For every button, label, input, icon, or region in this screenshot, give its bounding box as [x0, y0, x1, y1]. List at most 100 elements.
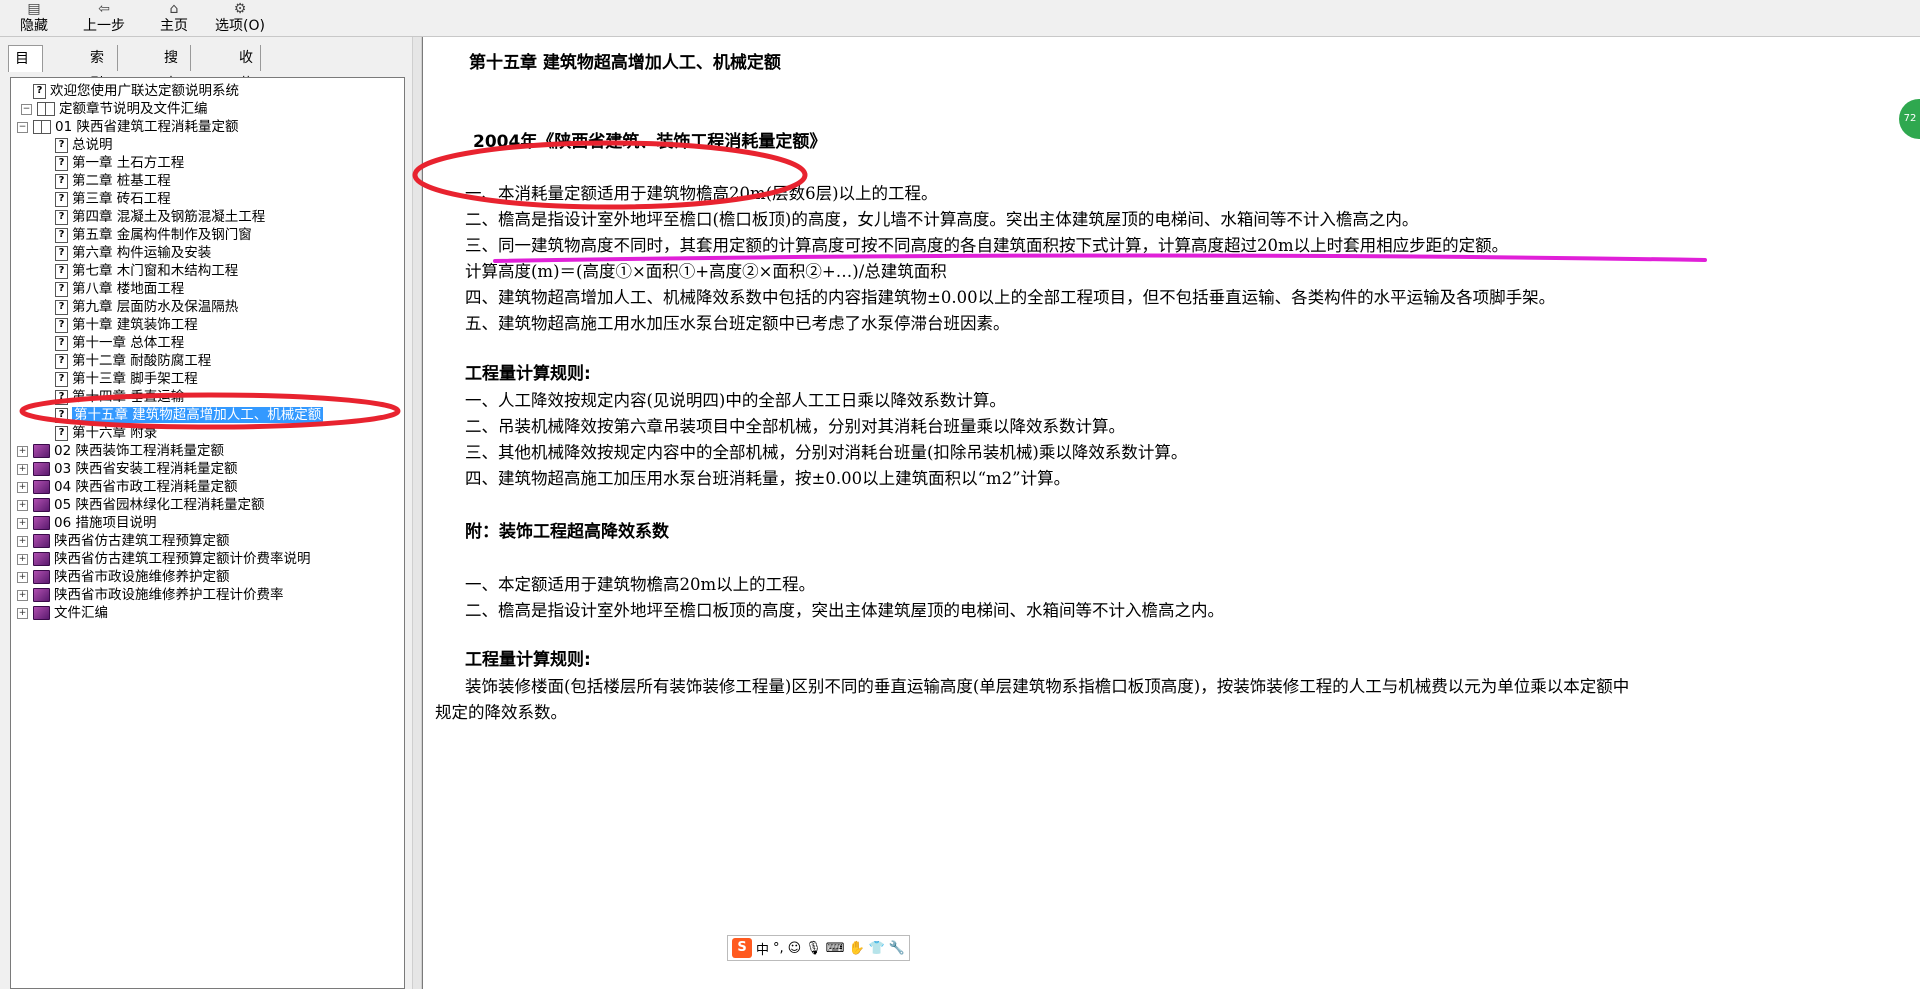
tree-item[interactable]: ? 第九章 层面防水及保温隔热	[55, 298, 238, 316]
keyboard-icon[interactable]: ⌨	[826, 941, 845, 956]
help-page-icon: ?	[55, 281, 68, 297]
tree-item-label: 第四章 混凝土及钢筋混凝土工程	[72, 209, 266, 225]
options-button[interactable]: ⚙ 选项(O)	[212, 0, 268, 36]
tree-item-label: 第十四章 垂直运输	[72, 389, 185, 405]
tree-item[interactable]: ? 第四章 混凝土及钢筋混凝土工程	[55, 208, 265, 226]
ime-punct-label[interactable]: °,	[773, 941, 784, 956]
tree-item-label: 第五章 金属构件制作及钢门窗	[72, 227, 252, 243]
tree-expander-icon[interactable]: +	[17, 572, 28, 583]
back-button[interactable]: ⇦ 上一步	[78, 0, 130, 36]
open-book-icon	[33, 120, 51, 134]
tree-item[interactable]: 01 陕西省建筑工程消耗量定额	[33, 118, 238, 136]
back-button-label: 上一步	[83, 18, 125, 34]
home-button-label: 主页	[160, 18, 188, 34]
tree-expander-icon[interactable]: +	[17, 500, 28, 511]
tree-item[interactable]: ? 第十六章 附录	[55, 424, 157, 442]
tree-item-label: 第十六章 附录	[72, 425, 158, 441]
tree-expander-icon[interactable]: +	[17, 608, 28, 619]
wrench-icon[interactable]: 🔧	[889, 941, 905, 956]
tab-index[interactable]: 索引(N)	[84, 45, 119, 118]
help-page-icon: ?	[55, 245, 68, 261]
tree-expander-icon[interactable]: +	[17, 518, 28, 529]
microphone-icon[interactable]: 🎙	[805, 941, 822, 956]
rules-title-1: 工程量计算规则:	[465, 364, 591, 384]
content-line: 五、建筑物超高施工用水加压水泵台班定额中已考虑了水泵停滞台班因素。	[465, 314, 1010, 333]
tree-item[interactable]: 05 陕西省园林绿化工程消耗量定额	[33, 496, 264, 514]
tree-item[interactable]: ? 第五章 金属构件制作及钢门窗	[55, 226, 252, 244]
tree-item[interactable]: 04 陕西省市政工程消耗量定额	[33, 478, 237, 496]
floating-badge[interactable]: 72	[1899, 99, 1920, 139]
book-icon	[33, 516, 50, 530]
tree-item-label: 第六章 构件运输及安装	[72, 245, 212, 261]
navigation-pane: 目录(C) 索引(N) 搜索(S) 收藏夹(I) ?欢迎您使用广联达定额说明系统…	[0, 37, 412, 989]
tree-item[interactable]: 06 措施项目说明	[33, 514, 156, 532]
ime-mode-label[interactable]: 中	[756, 939, 769, 958]
tree-item-label: 第十二章 耐酸防腐工程	[72, 353, 212, 369]
content-line: 四、建筑物超高增加人工、机械降效系数中包括的内容指建筑物±0.00以上的全部工程…	[465, 288, 1556, 307]
tree-item[interactable]: 文件汇编	[33, 604, 108, 622]
shirt-icon[interactable]: 👕	[869, 941, 885, 956]
tree-expander-icon[interactable]: +	[17, 554, 28, 565]
options-icon: ⚙	[233, 1, 247, 17]
tree-item[interactable]: 陕西省市政设施维修养护定额	[33, 568, 230, 586]
tree-item-label: 02 陕西装饰工程消耗量定额	[54, 443, 224, 459]
book-icon	[33, 552, 50, 566]
tree-item[interactable]: 陕西省市政设施维修养护工程计价费率	[33, 586, 284, 604]
toolbar: ▤ 隐藏 ⇦ 上一步 ⌂ 主页 ⚙ 选项(O)	[0, 0, 1920, 37]
regulation-subtitle: 2004年《陕西省建筑、装饰工程消耗量定额》	[473, 132, 827, 152]
tree-item-label: 欢迎您使用广联达定额说明系统	[50, 83, 239, 99]
help-page-icon: ?	[55, 371, 68, 387]
tree-item[interactable]: ? 欢迎您使用广联达定额说明系统	[33, 82, 239, 100]
tab-contents[interactable]: 目录(C)	[8, 45, 43, 119]
tree-item[interactable]: ? 第十五章 建筑物超高增加人工、机械定额	[55, 406, 324, 424]
tree-item[interactable]: 陕西省仿古建筑工程预算定额	[33, 532, 230, 550]
tree-item-label: 06 措施项目说明	[54, 515, 157, 531]
ime-toolbar[interactable]: S 中 °, ☺ 🎙 ⌨ ✋ 👕 🔧	[727, 935, 911, 961]
home-button[interactable]: ⌂ 主页	[154, 0, 194, 36]
tree-expander-icon[interactable]: −	[17, 122, 28, 133]
tree-item[interactable]: ? 第六章 构件运输及安装	[55, 244, 211, 262]
book-icon	[33, 444, 50, 458]
help-page-icon: ?	[33, 83, 46, 99]
hand-icon[interactable]: ✋	[849, 941, 865, 956]
book-icon	[33, 498, 50, 512]
tree-item[interactable]: ? 总说明	[55, 136, 113, 154]
tree-item[interactable]: 03 陕西省安装工程消耗量定额	[33, 460, 237, 478]
tree-item[interactable]: 02 陕西装饰工程消耗量定额	[33, 442, 224, 460]
book-icon	[33, 534, 50, 548]
tree-expander-icon[interactable]: +	[17, 464, 28, 475]
tree-item-label: 第三章 砖石工程	[72, 191, 171, 207]
tree-item-label: 第十一章 总体工程	[72, 335, 185, 351]
tree-item[interactable]: ? 第八章 楼地面工程	[55, 280, 184, 298]
tree-item[interactable]: ? 第二章 桩基工程	[55, 172, 171, 190]
tree-expander-icon[interactable]: +	[17, 536, 28, 547]
tree-expander-icon[interactable]: −	[21, 104, 32, 115]
tree-item-label: 第二章 桩基工程	[72, 173, 171, 189]
tree-item[interactable]: ? 第一章 土石方工程	[55, 154, 184, 172]
tree-expander-icon[interactable]: +	[17, 446, 28, 457]
help-page-icon: ?	[55, 263, 68, 279]
emoji-icon[interactable]: ☺	[788, 941, 802, 956]
tree-item[interactable]: 定额章节说明及文件汇编	[37, 100, 208, 118]
pane-splitter[interactable]	[412, 37, 422, 989]
tree-expander-icon[interactable]: +	[17, 590, 28, 601]
tree-item[interactable]: ? 第十三章 脚手架工程	[55, 370, 198, 388]
tree-item[interactable]: ? 第七章 木门窗和木结构工程	[55, 262, 238, 280]
tree-item[interactable]: ? 第十四章 垂直运输	[55, 388, 184, 406]
tree-item[interactable]: ? 第十章 建筑装饰工程	[55, 316, 198, 334]
back-arrow-icon: ⇦	[98, 1, 110, 17]
help-page-icon: ?	[55, 317, 68, 333]
tree-item[interactable]: ? 第十二章 耐酸防腐工程	[55, 352, 211, 370]
tree-item-label: 陕西省市政设施维修养护工程计价费率	[54, 587, 284, 603]
tree-item[interactable]: ? 第三章 砖石工程	[55, 190, 171, 208]
tab-favorites[interactable]: 收藏夹(I)	[233, 45, 262, 144]
tree-item[interactable]: 陕西省仿古建筑工程预算定额计价费率说明	[33, 550, 311, 568]
tree-item[interactable]: ? 第十一章 总体工程	[55, 334, 184, 352]
contents-tree[interactable]: ? 欢迎您使用广联达定额说明系统 − 定额章节说明及文件汇编 −01 陕西省建筑工程消耗…	[10, 77, 405, 989]
open-book-icon	[37, 102, 55, 116]
hide-button[interactable]: ▤ 隐藏	[14, 0, 54, 36]
tab-search[interactable]: 搜索(S)	[158, 45, 191, 118]
tree-expander-icon[interactable]: +	[17, 482, 28, 493]
options-button-label: 选项(O)	[215, 18, 265, 34]
book-icon	[33, 462, 50, 476]
